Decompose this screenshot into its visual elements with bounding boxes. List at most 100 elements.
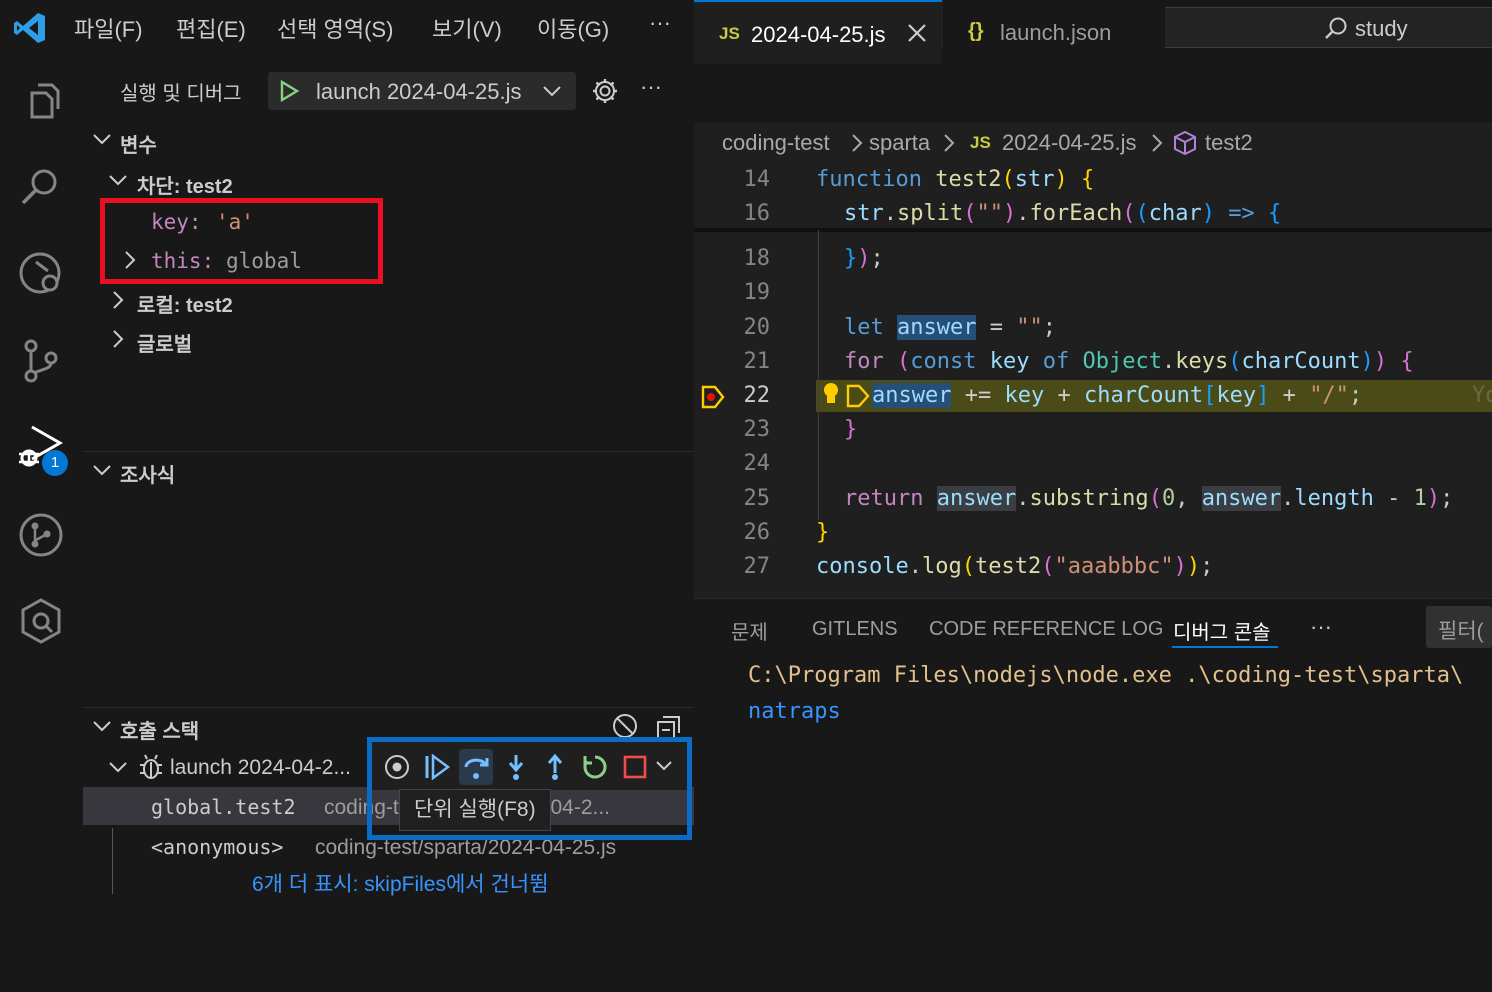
breadcrumb-file[interactable]: 2024-04-25.js xyxy=(1002,130,1137,156)
skipped-frames-link[interactable]: 6개 더 표시: skipFiles에서 건너뜀 xyxy=(252,868,548,898)
indent-guide xyxy=(818,230,819,520)
search-icon xyxy=(1323,16,1349,42)
menu-go[interactable]: 이동(G) xyxy=(537,12,609,44)
line-number: 19 xyxy=(743,280,771,305)
line-number: 26 xyxy=(743,520,771,545)
tab-label: 2024-04-25.js xyxy=(751,22,886,47)
block-scope[interactable]: 차단: test2 xyxy=(137,170,233,199)
menu-more-button[interactable]: ··· xyxy=(649,10,671,36)
red-highlight-box xyxy=(100,198,383,284)
explorer-icon[interactable] xyxy=(14,75,68,129)
frame-function[interactable]: global.test2 xyxy=(151,795,296,819)
global-scope[interactable]: 글로벌 xyxy=(137,328,192,357)
source-control-icon[interactable] xyxy=(14,333,68,387)
debug-session-label[interactable]: launch 2024-04-2... xyxy=(170,756,351,780)
panel-more-button[interactable]: ··· xyxy=(1310,614,1332,640)
sticky-scroll-shadow xyxy=(694,228,1492,232)
variables-header[interactable]: 변수 xyxy=(120,129,157,158)
breakpoint-paused-icon[interactable] xyxy=(700,384,726,410)
code-line: console.log(test2("aaabbbc")); xyxy=(816,554,1214,579)
global-scope-chevron-icon[interactable] xyxy=(108,329,128,349)
start-debug-icon[interactable] xyxy=(278,80,300,102)
tab-2024-04-25-js[interactable]: JS 2024-04-25.js xyxy=(694,0,942,64)
filter-placeholder: 필터( xyxy=(1438,620,1484,643)
local-scope[interactable]: 로컬: test2 xyxy=(137,289,233,318)
block-scope-chevron-icon[interactable] xyxy=(108,170,128,190)
breadcrumb-symbol[interactable]: test2 xyxy=(1205,130,1253,156)
code-line: let answer = ""; xyxy=(844,315,1056,340)
run-debug-history-icon[interactable] xyxy=(14,246,68,300)
pause-record-icon[interactable] xyxy=(383,753,411,781)
callstack-header[interactable]: 호출 스택 xyxy=(120,715,199,744)
filter-input[interactable]: 필터( xyxy=(1426,606,1492,648)
local-scope-chevron-icon[interactable] xyxy=(108,290,128,310)
lightbulb-icon[interactable] xyxy=(820,380,842,408)
bottom-panel xyxy=(694,598,1492,992)
breadcrumb-separator-icon xyxy=(850,133,864,153)
line-number: 18 xyxy=(743,246,771,271)
toolbar-chevron-down-icon[interactable] xyxy=(655,757,673,775)
editor-tab-bar xyxy=(694,58,1492,122)
session-chevron-icon[interactable] xyxy=(108,757,128,777)
code-line: str.split("").forEach((char) => { xyxy=(844,201,1282,226)
json-file-icon: {} xyxy=(968,20,984,42)
extension-hex-icon[interactable] xyxy=(14,594,68,648)
js-file-icon: JS xyxy=(970,133,991,152)
variables-chevron-icon[interactable] xyxy=(92,129,112,149)
sidebar-title: 실행 및 디버그 xyxy=(120,83,242,105)
menu-file[interactable]: 파일(F) xyxy=(74,12,143,44)
divider xyxy=(83,707,694,708)
code-line: for (const key of Object.keys(charCount)… xyxy=(844,349,1414,374)
step-into-icon[interactable] xyxy=(502,753,530,781)
sidebar-more-button[interactable]: ··· xyxy=(640,74,662,100)
tab-launch-json[interactable]: {} launch.json xyxy=(943,0,1165,64)
line-number: 14 xyxy=(743,167,771,192)
code-line: function test2(str) { xyxy=(816,167,1095,192)
launch-config-label: launch 2024-04-25.js xyxy=(316,79,522,104)
step-over-button[interactable] xyxy=(459,749,493,785)
debug-stackframe-icon xyxy=(846,384,870,408)
breadcrumb-separator-icon xyxy=(1150,133,1164,153)
close-icon[interactable] xyxy=(906,22,928,44)
callstack-chevron-icon[interactable] xyxy=(92,716,112,736)
bug-icon xyxy=(137,753,165,781)
tab-code-reference-log[interactable]: CODE REFERENCE LOG xyxy=(929,618,1163,641)
toggle-breakpoints-icon[interactable] xyxy=(612,713,638,739)
line-number: 25 xyxy=(743,486,771,511)
tab-problems[interactable]: 문제 xyxy=(731,616,768,645)
method-cube-icon xyxy=(1172,130,1198,156)
vscode-logo-icon xyxy=(13,11,47,45)
line-number: 27 xyxy=(743,554,771,579)
tree-guide xyxy=(112,828,113,894)
breadcrumb-folder[interactable]: coding-test xyxy=(722,130,830,156)
line-number: 16 xyxy=(743,201,771,226)
menu-selection[interactable]: 선택 영역(S) xyxy=(277,12,393,44)
tab-debug-console[interactable]: 디버그 콘솔 xyxy=(1173,616,1271,645)
console-output-line: C:\Program Files\nodejs\node.exe .\codin… xyxy=(748,663,1464,688)
step-over-icon xyxy=(462,753,490,781)
code-line-current: answer += key + charCount[key] + "/"; xyxy=(872,383,1363,408)
breadcrumb-separator-icon xyxy=(942,133,956,153)
launch-config-dropdown[interactable]: launch 2024-04-25.js xyxy=(268,72,576,110)
menu-edit[interactable]: 편집(E) xyxy=(176,12,246,44)
divider xyxy=(83,451,694,452)
code-line: }); xyxy=(844,246,884,271)
restart-icon[interactable] xyxy=(581,753,609,781)
frame-function[interactable]: <anonymous> xyxy=(151,835,283,859)
watch-chevron-icon[interactable] xyxy=(92,460,112,480)
code-line: return answer.substring(0, answer.length… xyxy=(844,486,1454,511)
stop-icon[interactable] xyxy=(621,753,649,781)
continue-icon[interactable] xyxy=(423,753,451,781)
search-sidebar-icon[interactable] xyxy=(14,160,68,214)
gitlens-icon[interactable] xyxy=(14,508,68,562)
code-line: } xyxy=(844,417,858,442)
tab-gitlens[interactable]: GITLENS xyxy=(812,618,898,641)
gear-icon[interactable] xyxy=(591,77,619,105)
breadcrumb-folder[interactable]: sparta xyxy=(869,130,930,156)
watch-header[interactable]: 조사식 xyxy=(120,459,175,488)
tab-label: launch.json xyxy=(1000,20,1112,45)
menu-view[interactable]: 보기(V) xyxy=(432,12,502,44)
line-number: 23 xyxy=(743,417,771,442)
step-out-icon[interactable] xyxy=(541,753,569,781)
line-number: 24 xyxy=(743,451,771,476)
